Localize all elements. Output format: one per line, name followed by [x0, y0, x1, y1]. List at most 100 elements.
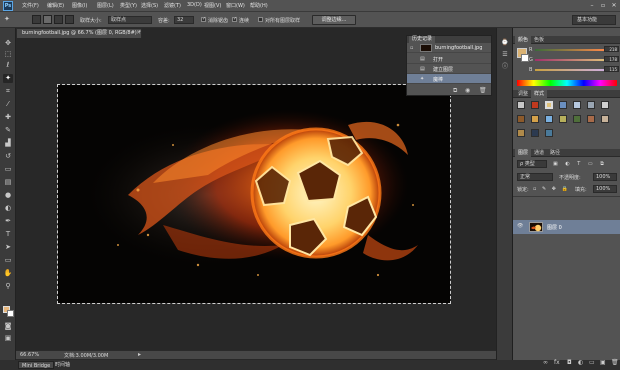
new-layer-icon[interactable]: ▣ — [600, 359, 606, 366]
red-slider[interactable] — [535, 49, 605, 51]
blue-slider[interactable] — [535, 69, 605, 71]
layer-filter-icons[interactable]: ▣ ◐ T ▭ ⧉ — [553, 161, 607, 167]
shape-tool-icon[interactable]: ▭ — [3, 256, 13, 265]
style-swatch[interactable] — [517, 115, 525, 123]
layer-style-icon[interactable]: fx — [554, 359, 560, 366]
zoom-level[interactable]: 66.67% — [20, 352, 39, 358]
style-swatch[interactable] — [601, 101, 609, 109]
new-group-icon[interactable]: ▭ — [589, 359, 595, 366]
style-swatch[interactable] — [545, 129, 553, 137]
new-selection-icon[interactable] — [32, 15, 41, 24]
antialias-checkbox[interactable] — [201, 16, 206, 22]
style-swatch[interactable] — [517, 129, 525, 137]
screen-mode-icon[interactable]: ▣ — [3, 334, 13, 343]
eraser-tool-icon[interactable]: ▭ — [3, 165, 13, 174]
tab-history[interactable]: 历史记录 — [409, 36, 436, 43]
menu-select[interactable]: 选择(S) — [141, 2, 158, 9]
green-value[interactable]: 178 — [604, 56, 619, 62]
sample-all-layers-checkbox[interactable] — [258, 17, 263, 22]
delete-layer-icon[interactable]: 🗑 — [611, 359, 619, 366]
green-slider[interactable] — [535, 59, 605, 61]
style-swatch[interactable] — [559, 101, 567, 109]
properties-panel-icon[interactable]: ☰ — [500, 50, 510, 59]
style-swatch[interactable] — [531, 129, 539, 137]
fill-input[interactable]: 100% — [593, 185, 617, 193]
menu-view[interactable]: 视图(V) — [204, 2, 221, 9]
history-snapshot[interactable]: ▫ burningfootball.jpg — [407, 43, 491, 53]
tab-timeline[interactable]: 时间轴 — [52, 361, 73, 369]
refine-edge-button[interactable]: 调整边缘... — [312, 15, 356, 25]
close-document-icon[interactable]: × — [136, 28, 141, 38]
style-swatch[interactable] — [587, 101, 595, 109]
magic-wand-tool-icon[interactable]: ✦ — [3, 74, 13, 83]
image-canvas[interactable] — [57, 84, 451, 304]
history-step[interactable]: ▤ 建立图层 — [407, 64, 491, 74]
quick-mask-icon[interactable]: ◙ — [3, 322, 13, 331]
style-swatch[interactable] — [573, 101, 581, 109]
tolerance-input[interactable]: 32 — [174, 16, 194, 24]
tab-mini-bridge[interactable]: Mini Bridge — [18, 361, 55, 369]
layer-name[interactable]: 图层 0 — [547, 224, 562, 231]
contiguous-checkbox[interactable] — [232, 16, 237, 22]
healing-brush-tool-icon[interactable]: ✚ — [3, 113, 13, 122]
dodge-tool-icon[interactable]: ◐ — [3, 204, 13, 213]
style-swatch[interactable] — [573, 115, 581, 123]
history-step[interactable]: ▤ 打开 — [407, 54, 491, 64]
menu-edit[interactable]: 编辑(E) — [47, 2, 64, 9]
delete-state-icon[interactable]: 🗑 — [479, 87, 487, 94]
tab-channels[interactable]: 通道 — [531, 149, 547, 157]
hand-tool-icon[interactable]: ✋ — [3, 269, 13, 278]
tab-swatches[interactable]: 色板 — [531, 36, 547, 44]
pen-tool-icon[interactable]: ✒ — [3, 217, 13, 226]
lock-icons[interactable]: ▫ ✎ ✥ 🔒 — [533, 186, 570, 192]
style-swatch[interactable] — [587, 115, 595, 123]
clone-stamp-tool-icon[interactable]: ▟ — [3, 139, 13, 148]
maximize-button[interactable]: ▫ — [599, 2, 607, 9]
menu-layer[interactable]: 图层(L) — [97, 2, 114, 9]
background-color-swatch[interactable] — [7, 310, 14, 317]
type-tool-icon[interactable]: T — [3, 230, 13, 239]
move-tool-icon[interactable]: ✥ — [3, 39, 13, 48]
tab-styles[interactable]: 样式 — [531, 90, 548, 98]
link-layers-icon[interactable]: ∞ — [543, 359, 548, 366]
adjustment-layer-icon[interactable]: ◐ — [578, 359, 583, 366]
lasso-tool-icon[interactable]: ℓ — [3, 61, 13, 70]
gradient-tool-icon[interactable]: ▤ — [3, 178, 13, 187]
sample-size-select[interactable]: 取样点 — [108, 16, 152, 24]
new-document-from-state-icon[interactable]: ⧉ — [453, 87, 457, 95]
intersect-selection-icon[interactable] — [65, 15, 74, 24]
history-step[interactable]: ✦ 魔棒 — [407, 74, 491, 84]
zoom-tool-icon[interactable]: ⚲ — [3, 282, 13, 291]
eyedropper-tool-icon[interactable]: ⁄ — [3, 100, 13, 109]
style-swatch[interactable] — [517, 101, 525, 109]
tab-layers[interactable]: 图层 — [515, 149, 532, 157]
path-selection-tool-icon[interactable]: ➤ — [3, 243, 13, 252]
menu-image[interactable]: 图像(I) — [72, 2, 87, 9]
history-panel-icon[interactable]: ⌚ — [500, 38, 510, 47]
color-spectrum-bar[interactable] — [517, 80, 617, 86]
style-swatch[interactable] — [601, 115, 609, 123]
tab-paths[interactable]: 路径 — [547, 149, 563, 157]
info-panel-icon[interactable]: ⓘ — [500, 62, 510, 71]
history-brush-tool-icon[interactable]: ↺ — [3, 152, 13, 161]
visibility-eye-icon[interactable]: 👁 — [517, 223, 523, 229]
blue-value[interactable]: 115 — [604, 66, 619, 72]
add-selection-icon[interactable] — [43, 15, 52, 24]
menu-filter[interactable]: 滤镜(T) — [164, 2, 181, 9]
tab-color[interactable]: 颜色 — [515, 36, 532, 44]
color-bg-swatch[interactable] — [521, 54, 529, 62]
style-swatch[interactable] — [545, 101, 553, 109]
document-tab[interactable]: burningfootball.jpg @ 66.7% (图层 0, RGB/8… — [16, 28, 142, 38]
style-swatch[interactable] — [531, 101, 539, 109]
style-swatch[interactable] — [559, 115, 567, 123]
opacity-input[interactable]: 100% — [593, 173, 617, 181]
workspace-select[interactable]: 基本功能 — [572, 15, 616, 25]
blur-tool-icon[interactable]: ● — [3, 191, 13, 200]
layer-row[interactable]: 👁 图层 0 — [513, 220, 620, 234]
minimize-button[interactable]: – — [588, 2, 596, 9]
marquee-tool-icon[interactable]: ⬚ — [3, 50, 13, 59]
menu-type[interactable]: 类型(Y) — [120, 2, 137, 9]
layer-filter-kind[interactable]: ρ 类型 — [517, 160, 547, 168]
layer-mask-icon[interactable]: ◘ — [567, 359, 572, 366]
menu-help[interactable]: 帮助(H) — [250, 2, 268, 9]
